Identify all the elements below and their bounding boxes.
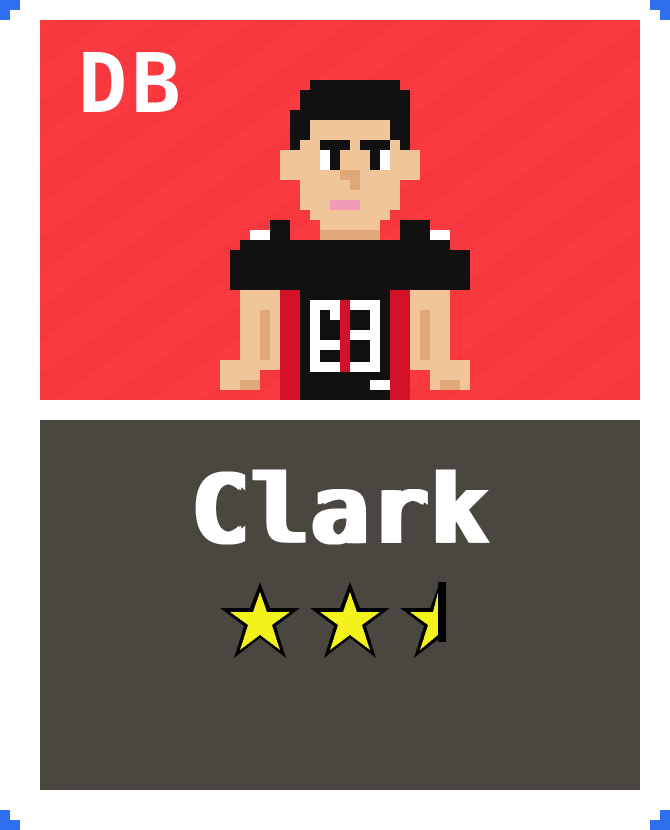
player-name: Clark xyxy=(190,454,490,566)
position-label: DB xyxy=(78,37,185,132)
portrait-panel: DB xyxy=(40,20,640,400)
player-sprite xyxy=(208,78,478,400)
star-rating xyxy=(220,580,460,670)
star-icon xyxy=(310,582,390,658)
star-icon xyxy=(220,582,300,658)
star-half-icon xyxy=(400,582,446,658)
player-card[interactable]: DB Clark xyxy=(0,0,670,830)
info-panel: Clark xyxy=(40,420,640,790)
